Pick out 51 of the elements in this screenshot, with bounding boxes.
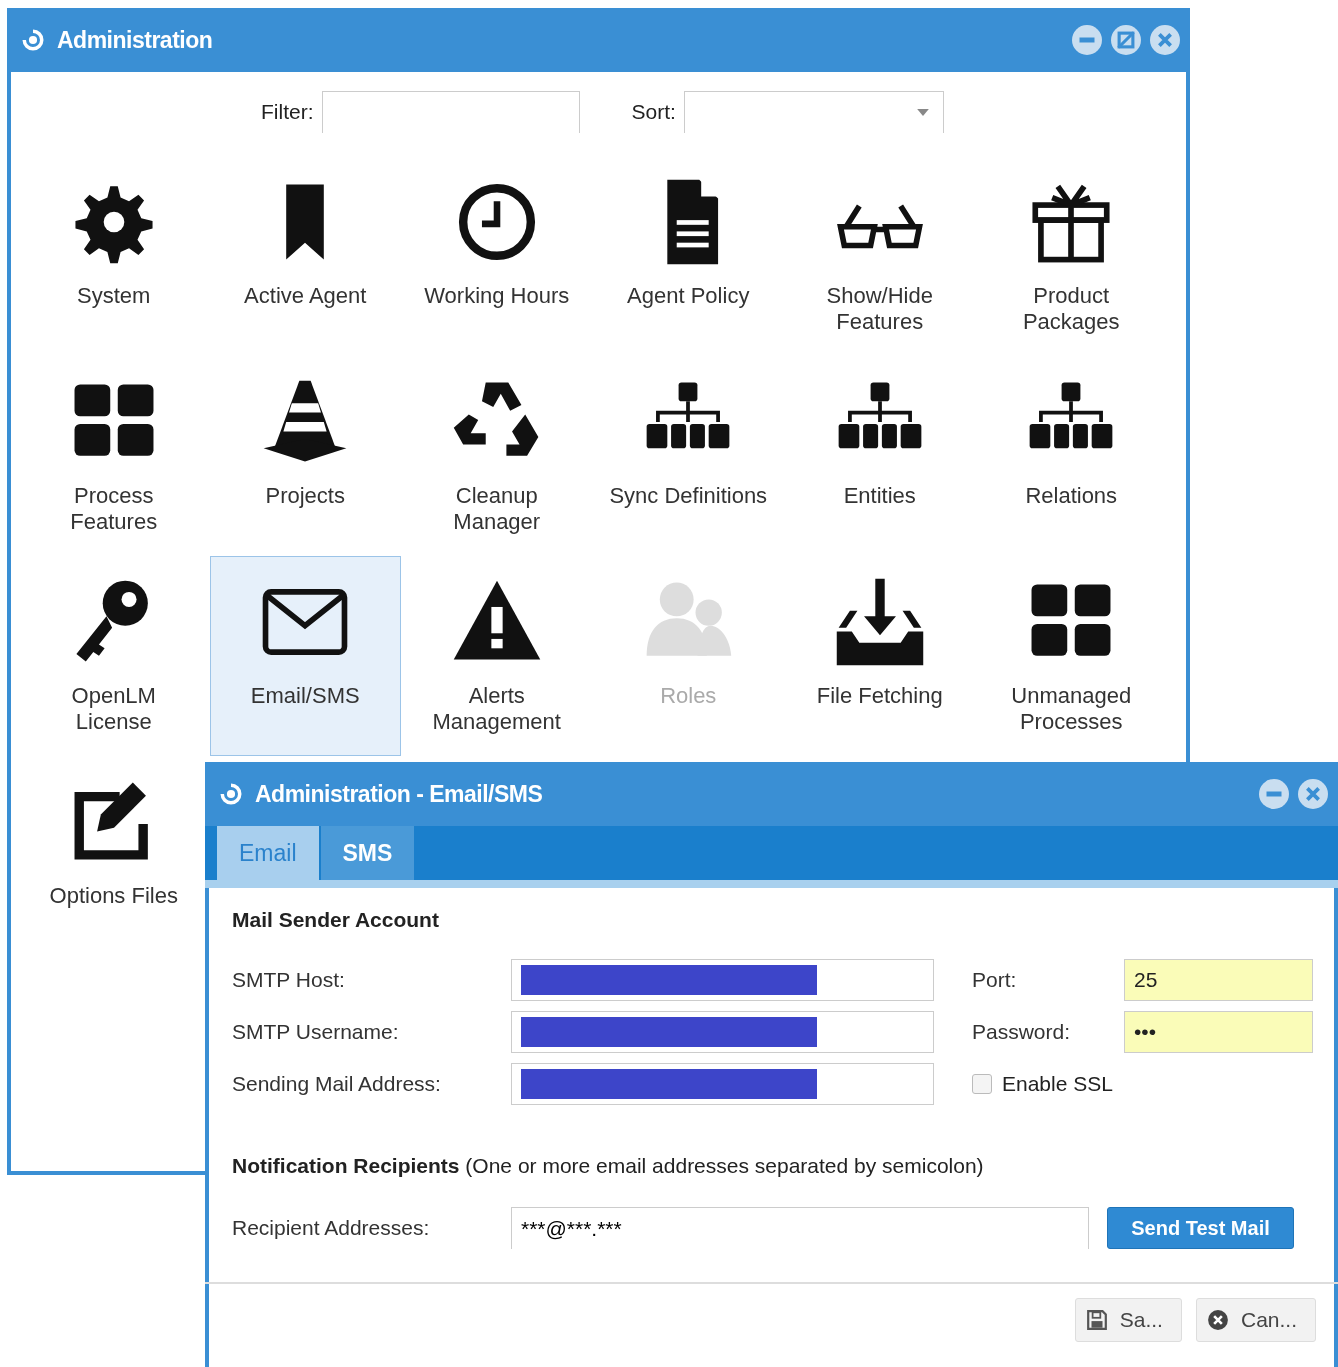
admin-item[interactable]: Show/Hide Features (784, 156, 976, 356)
admin-item[interactable]: OpenLM License (18, 556, 210, 756)
checkbox[interactable] (972, 1074, 992, 1094)
input-field[interactable] (511, 1011, 934, 1053)
admin-item[interactable]: Sync Definitions (592, 356, 784, 556)
window-title: Administration - Email/SMS (255, 780, 543, 808)
admin-item[interactable]: Agent Policy (592, 156, 784, 356)
field-label: SMTP Host: (232, 968, 346, 992)
sort-label: Sort: (631, 100, 676, 124)
field-label: Password: (972, 1020, 1072, 1044)
restore-button[interactable] (1111, 25, 1141, 55)
admin-item[interactable]: Working Hours (401, 156, 593, 356)
save-button[interactable]: Sa... (1074, 1298, 1182, 1342)
admin-item[interactable]: Projects (209, 356, 401, 556)
admin-item[interactable]: Cleanup Manager (401, 356, 593, 556)
cancel-icon (1206, 1309, 1229, 1331)
input-field[interactable] (511, 959, 934, 1001)
window-title: Administration (57, 26, 213, 54)
close-button[interactable] (1298, 779, 1328, 809)
input-field[interactable] (511, 1063, 934, 1105)
section-title: Notification Recipients (One or more email addresses separated by semicolon) (232, 1154, 985, 1178)
field-label: Sending Mail Address: (232, 1072, 442, 1096)
filter-field[interactable] (321, 91, 580, 133)
admin-item[interactable]: Unmanaged Processes (975, 556, 1167, 756)
admin-item[interactable]: Process Features (18, 356, 210, 556)
caret-icon (916, 109, 929, 116)
field-label: Recipient Addresses: (232, 1216, 431, 1240)
input-field[interactable]: 25 (1124, 959, 1313, 1001)
field-label: Port: (972, 968, 1018, 992)
floppy-icon (1085, 1309, 1108, 1331)
input-field[interactable]: ••• (1124, 1011, 1313, 1053)
close-button[interactable] (1150, 25, 1180, 55)
minimize-button[interactable] (1259, 779, 1289, 809)
admin-item[interactable]: Active Agent (209, 156, 401, 356)
field-label: SMTP Username: (232, 1020, 400, 1044)
cancel-button[interactable]: Can... (1195, 1298, 1316, 1342)
sort-dropdown[interactable] (683, 91, 944, 133)
section-title: Mail Sender Account (232, 908, 440, 932)
admin-item[interactable]: Relations (975, 356, 1167, 556)
admin-item[interactable]: Product Packages (975, 156, 1167, 356)
send-test-mail-button[interactable]: Send Test Mail (1107, 1207, 1294, 1249)
admin-item[interactable]: Entities (784, 356, 976, 556)
filter-label: Filter: (261, 100, 314, 124)
checkbox-label: Enable SSL (1002, 1072, 1113, 1096)
input-field[interactable]: ***@***.*** (511, 1207, 1089, 1249)
admin-item[interactable]: System (18, 156, 210, 356)
admin-item[interactable]: Alerts Management (401, 556, 593, 756)
admin-item[interactable]: Email/SMS (209, 556, 401, 756)
admin-item[interactable]: Options Files (18, 756, 210, 956)
minimize-button[interactable] (1072, 25, 1102, 55)
admin-item[interactable]: File Fetching (784, 556, 976, 756)
